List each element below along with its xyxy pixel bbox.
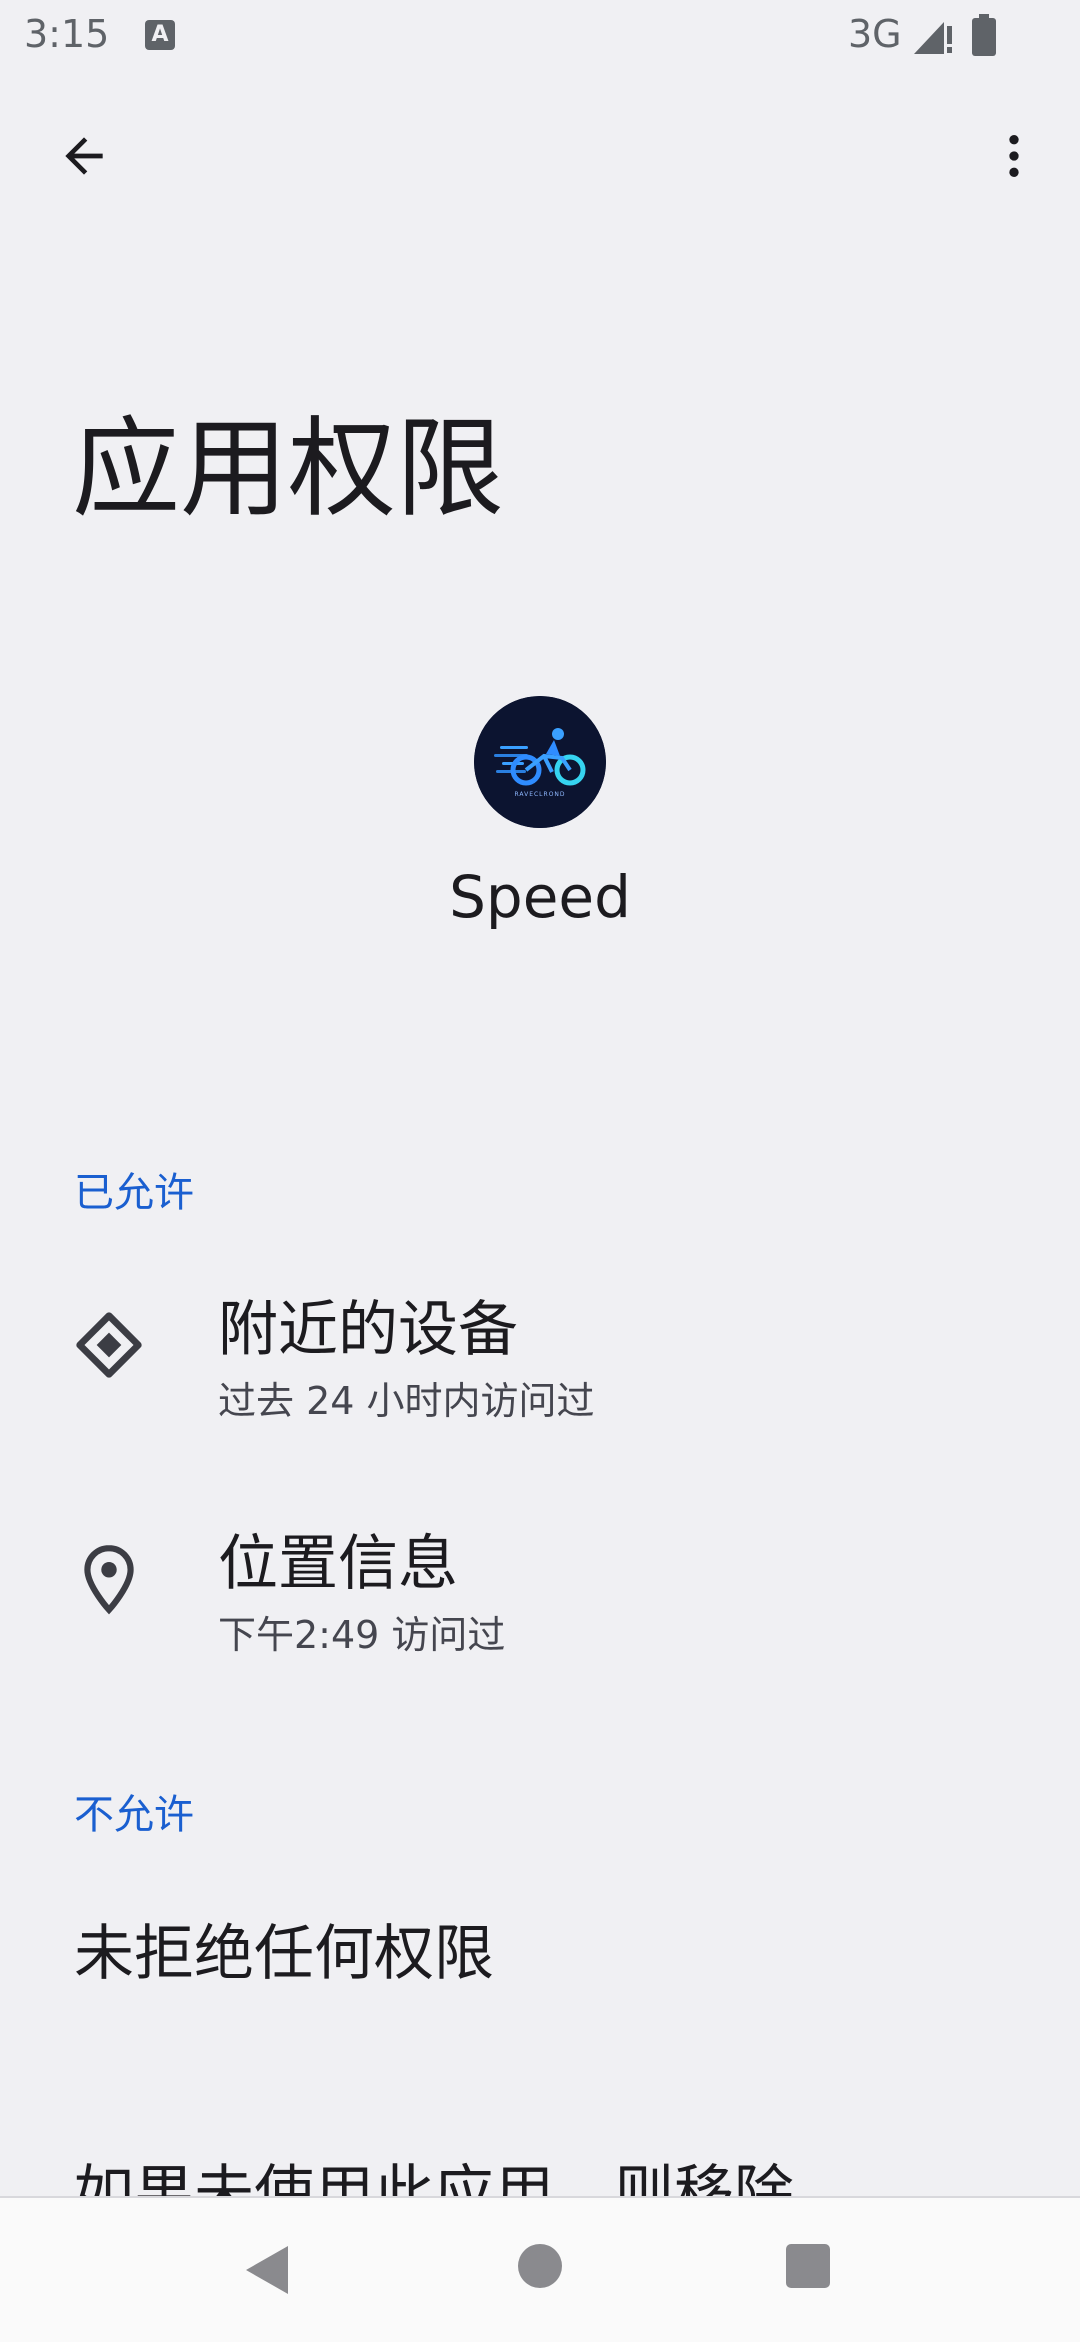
svg-text:RAVECLROND: RAVECLROND [514, 791, 565, 798]
nav-recents-icon[interactable] [786, 2244, 830, 2288]
more-options-button[interactable] [984, 116, 1044, 196]
nearby-devices-icon [76, 1312, 142, 1378]
arrow-back-icon [65, 137, 103, 175]
permission-item-location[interactable]: 位置信息 下午2:49 访问过 [0, 1492, 1080, 1702]
accessibility-notification-icon: A [145, 20, 175, 50]
location-pin-icon [84, 1545, 134, 1615]
nav-home-icon[interactable] [518, 2244, 562, 2288]
network-type: 3G [848, 12, 902, 56]
status-bar: 3:15 A 3G [0, 0, 1080, 74]
more-vert-icon [1009, 135, 1019, 177]
cyclist-logo-icon: RAVECLROND [474, 696, 606, 828]
back-button[interactable] [44, 116, 124, 196]
permission-item-nearby-devices[interactable]: 附近的设备 过去 24 小时内访问过 [0, 1258, 1080, 1468]
page-title: 应用权限 [72, 407, 505, 532]
app-name: Speed [449, 863, 631, 931]
permission-title: 附近的设备 [218, 1295, 518, 1365]
nav-back-icon[interactable] [240, 2242, 296, 2298]
status-time: 3:15 [24, 12, 110, 56]
navigation-bar [0, 2196, 1080, 2342]
signal-icon [914, 22, 952, 54]
permission-subtitle: 过去 24 小时内访问过 [218, 1379, 595, 1423]
section-header-allowed: 已允许 [74, 1170, 194, 1216]
battery-icon [972, 14, 996, 56]
permission-title: 位置信息 [218, 1529, 458, 1599]
section-header-denied: 不允许 [74, 1792, 194, 1838]
permission-subtitle: 下午2:49 访问过 [218, 1613, 506, 1657]
no-denied-permissions-text: 未拒绝任何权限 [74, 1919, 494, 1989]
